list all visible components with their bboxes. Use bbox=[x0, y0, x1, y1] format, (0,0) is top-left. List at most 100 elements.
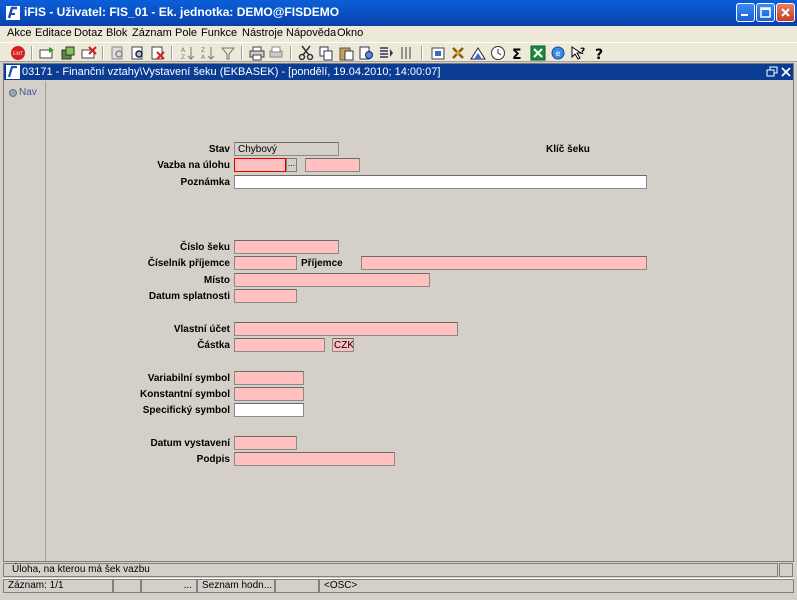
status-cell-5 bbox=[275, 579, 319, 593]
menu-napoveda[interactable]: Nápověda bbox=[286, 27, 336, 39]
menu-dotaz[interactable]: Dotaz bbox=[74, 27, 103, 39]
vazba-field[interactable] bbox=[234, 158, 286, 172]
podpis-label: Podpis bbox=[196, 454, 230, 465]
help-context-icon[interactable]: ? bbox=[570, 45, 586, 61]
app-logo-icon bbox=[6, 6, 20, 20]
nav-label: Nav bbox=[19, 87, 37, 98]
tools-icon[interactable] bbox=[450, 45, 466, 61]
svg-text:A: A bbox=[181, 47, 186, 54]
menu-blok[interactable]: Blok bbox=[106, 27, 127, 39]
nav-toggle[interactable]: Nav bbox=[9, 87, 37, 98]
status-cell-2 bbox=[113, 579, 141, 593]
print-icon[interactable] bbox=[249, 45, 265, 61]
datum-vystaveni-label: Datum vystavení bbox=[150, 438, 230, 449]
sum-icon[interactable]: Σ bbox=[510, 45, 526, 61]
misto-label: Místo bbox=[203, 275, 230, 286]
delete-record-icon[interactable] bbox=[81, 45, 97, 61]
vazba-label: Vazba na úlohu bbox=[157, 160, 230, 171]
svg-text:?: ? bbox=[580, 47, 585, 57]
svg-text:Z: Z bbox=[181, 54, 185, 61]
svg-text:e: e bbox=[556, 49, 561, 58]
castka-field[interactable] bbox=[234, 338, 325, 352]
close-button[interactable] bbox=[776, 3, 795, 22]
status-record: Záznam: 1/1 bbox=[3, 579, 113, 593]
menu-pole[interactable]: Pole bbox=[175, 27, 197, 39]
form-close-icon[interactable] bbox=[780, 66, 792, 78]
menu-akce[interactable]: Akce bbox=[7, 27, 31, 39]
toolbar: EXIT AZ ZA Σ e ? ? bbox=[0, 42, 797, 62]
close-icon bbox=[781, 8, 790, 17]
menu-editace[interactable]: Editace bbox=[35, 27, 72, 39]
svg-text:A: A bbox=[201, 54, 206, 61]
prijemce-field[interactable] bbox=[361, 256, 647, 270]
prijemce-label: Příjemce bbox=[301, 258, 343, 269]
copy-icon[interactable] bbox=[318, 45, 334, 61]
paste-icon[interactable] bbox=[338, 45, 354, 61]
sort-desc-icon[interactable]: ZA bbox=[200, 45, 216, 61]
svg-text:?: ? bbox=[595, 47, 603, 61]
svg-text:EXIT: EXIT bbox=[13, 51, 23, 57]
menu-nastroje[interactable]: Nástroje bbox=[242, 27, 283, 39]
stav-label: Stav bbox=[208, 144, 230, 155]
specificky-symbol-label: Specifický symbol bbox=[142, 405, 230, 416]
enter-query-icon[interactable] bbox=[110, 45, 126, 61]
vazba-lov-button[interactable]: ... bbox=[286, 158, 297, 172]
maximize-icon bbox=[760, 7, 771, 18]
datum-splatnosti-field[interactable] bbox=[234, 289, 297, 303]
status-list-values: Seznam hodn... bbox=[197, 579, 275, 593]
filter-icon[interactable] bbox=[220, 45, 236, 61]
datum-vystaveni-field[interactable] bbox=[234, 436, 297, 450]
specificky-symbol-field[interactable] bbox=[234, 403, 304, 417]
variabilni-symbol-field[interactable] bbox=[234, 371, 304, 385]
excel-icon[interactable] bbox=[530, 45, 546, 61]
status-mode: <OSC> bbox=[319, 579, 794, 593]
poznamka-field[interactable] bbox=[234, 175, 647, 189]
maximize-button[interactable] bbox=[756, 3, 775, 22]
execute-query-icon[interactable] bbox=[130, 45, 146, 61]
cut-icon[interactable] bbox=[298, 45, 314, 61]
list-values-icon[interactable] bbox=[378, 45, 394, 61]
duplicate-record-icon[interactable] bbox=[60, 45, 76, 61]
misto-field[interactable] bbox=[234, 273, 430, 287]
window-title: iFIS - Uživatel: FIS_01 - Ek. jednotka: … bbox=[24, 5, 340, 19]
form-logo-icon bbox=[6, 65, 20, 79]
vazba-description-field[interactable] bbox=[305, 158, 360, 172]
cislo-seku-field[interactable] bbox=[234, 240, 339, 254]
klic-seku-label: Klíč šeku bbox=[546, 144, 590, 155]
menu-bar: Akce Editace Dotaz Blok Záznam Pole Funk… bbox=[0, 26, 797, 42]
ciselnik-prijemce-label: Číselník příjemce bbox=[147, 258, 230, 269]
podpis-field[interactable] bbox=[234, 452, 395, 466]
browser-icon[interactable]: e bbox=[550, 45, 566, 61]
vlastni-ucet-label: Vlastní účet bbox=[173, 324, 230, 335]
ciselnik-prijemce-field[interactable] bbox=[234, 256, 297, 270]
cancel-query-icon[interactable] bbox=[150, 45, 166, 61]
columns-icon[interactable] bbox=[398, 45, 414, 61]
cislo-seku-label: Číslo šeku bbox=[179, 242, 230, 253]
exit-icon[interactable]: EXIT bbox=[10, 45, 26, 61]
variabilni-symbol-label: Variabilní symbol bbox=[147, 373, 230, 384]
attachment-icon[interactable] bbox=[430, 45, 446, 61]
mena-field[interactable]: CZK bbox=[332, 338, 354, 352]
edit-field-icon[interactable] bbox=[358, 45, 374, 61]
chart-icon[interactable] bbox=[470, 45, 486, 61]
print-setup-icon[interactable] bbox=[269, 45, 285, 61]
menu-zaznam[interactable]: Záznam bbox=[132, 27, 172, 39]
minimize-icon bbox=[741, 14, 748, 16]
konstantni-symbol-label: Konstantní symbol bbox=[139, 389, 230, 400]
poznamka-label: Poznámka bbox=[180, 177, 230, 188]
menu-funkce[interactable]: Funkce bbox=[201, 27, 237, 39]
restore-icon[interactable] bbox=[766, 66, 778, 78]
konstantni-symbol-field[interactable] bbox=[234, 387, 304, 401]
help-icon[interactable]: ? bbox=[592, 45, 608, 61]
sort-asc-icon[interactable]: AZ bbox=[180, 45, 196, 61]
app-window: iFIS - Uživatel: FIS_01 - Ek. jednotka: … bbox=[0, 0, 797, 600]
vlastni-ucet-field[interactable] bbox=[234, 322, 458, 336]
minimize-button[interactable] bbox=[736, 3, 755, 22]
castka-label: Částka bbox=[197, 340, 230, 351]
form-window-title: 03171 - Finanční vztahy\Vystavení šeku (… bbox=[22, 66, 441, 78]
nav-icon bbox=[9, 89, 17, 97]
clock-icon[interactable] bbox=[490, 45, 506, 61]
insert-record-icon[interactable] bbox=[39, 45, 55, 61]
hint-bar: Úloha, na kterou má šek vazbu bbox=[3, 563, 778, 577]
menu-okno[interactable]: Okno bbox=[337, 27, 363, 39]
